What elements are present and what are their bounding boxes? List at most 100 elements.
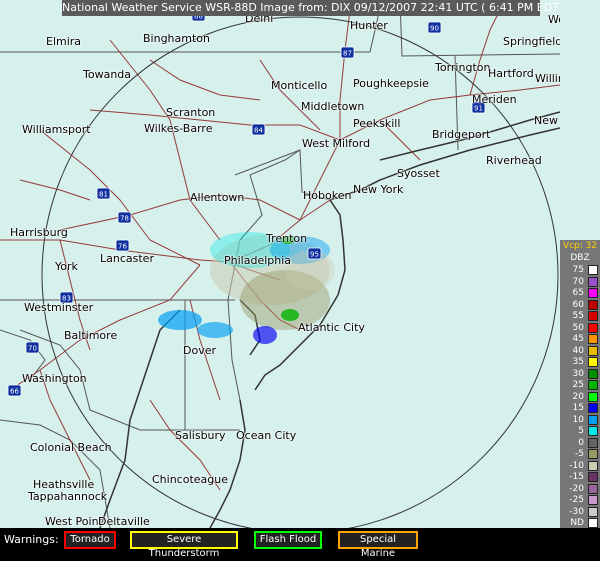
interstate-shield: 90 xyxy=(427,21,442,34)
city-label: Ocean City xyxy=(236,429,297,442)
legend-swatch xyxy=(588,495,598,505)
legend-swatch xyxy=(588,460,598,471)
dbz-legend: Vcp: 32 DBZ 75 70 65 60 55 50 45 40 35 30 25 20 15 10… xyxy=(560,240,600,528)
city-label: Torrington xyxy=(435,61,491,74)
city-label: Poughkeepsie xyxy=(353,77,429,90)
city-label: York xyxy=(55,260,78,273)
interstate-number: 66 xyxy=(10,388,19,396)
city-label: Westminster xyxy=(24,301,94,314)
legend-swatch xyxy=(588,299,598,310)
legend-level-label: -15 xyxy=(569,472,584,482)
interstate-number: 90 xyxy=(430,25,439,33)
legend-level: 70 xyxy=(560,276,600,288)
city-label: West Point xyxy=(45,515,103,528)
legend-level-label: 35 xyxy=(572,357,584,367)
radar-frame: 88 90 87 84 81 78 76 95 83 70 66 91 Elmira Binghamto… xyxy=(0,0,600,559)
legend-level: 30 xyxy=(560,368,600,380)
legend-swatch xyxy=(588,380,598,390)
city-label: Washington xyxy=(22,372,87,385)
city-label: Deltaville xyxy=(98,515,150,528)
interstate-shield: 66 xyxy=(7,384,22,397)
legend-level-label: 65 xyxy=(572,288,584,298)
city-label: Bridgeport xyxy=(432,128,491,141)
legend-level-label: -25 xyxy=(569,495,584,505)
legend-swatch xyxy=(588,265,598,275)
legend-level: 65 xyxy=(560,287,600,299)
city-label: New York xyxy=(353,183,404,196)
legend-level-label: -30 xyxy=(569,506,584,517)
city-label: Lancaster xyxy=(100,252,154,265)
legend-level: 55 xyxy=(560,310,600,322)
city-label: Willimantic xyxy=(535,72,560,85)
city-label: Trenton xyxy=(266,232,308,245)
legend-level: 0 xyxy=(560,437,600,449)
legend-level-label: 0 xyxy=(578,437,584,448)
city-label: Colonial Beach xyxy=(30,441,112,454)
legend-level-label: 55 xyxy=(572,311,584,321)
legend-level: 75 xyxy=(560,264,600,276)
city-label: Baltimore xyxy=(64,329,118,342)
warning-tornado-button[interactable]: Tornado xyxy=(64,531,116,549)
city-label: Hoboken xyxy=(303,189,352,202)
city-label: Towanda xyxy=(83,68,132,81)
legend-level-label: 15 xyxy=(572,403,584,413)
legend-swatch xyxy=(588,437,598,448)
interstate-shield: 78 xyxy=(117,211,132,224)
legend-swatch xyxy=(588,414,598,425)
warning-flash-flood-button[interactable]: Flash Flood xyxy=(254,531,322,549)
legend-swatch xyxy=(588,322,598,333)
legend-level-label: 45 xyxy=(572,334,584,344)
city-label: Philadelphia xyxy=(224,254,292,267)
legend-level: 60 xyxy=(560,299,600,311)
legend-level-label: -5 xyxy=(575,449,584,459)
city-label: Wilkes-Barre xyxy=(144,122,213,135)
legend-swatch xyxy=(588,483,598,494)
legend-swatch xyxy=(588,345,598,356)
interstate-shield: 70 xyxy=(25,341,40,354)
city-label: Atlantic City xyxy=(298,321,365,334)
city-label: Riverhead xyxy=(486,154,542,167)
legend-level: 25 xyxy=(560,379,600,391)
city-label: Williamsport xyxy=(22,123,91,136)
legend-swatch xyxy=(588,276,598,287)
legend-swatch xyxy=(588,449,598,459)
city-label: Binghamton xyxy=(143,32,210,45)
warning-special-marine-button[interactable]: Special Marine xyxy=(338,531,418,559)
legend-level: 40 xyxy=(560,345,600,357)
city-label: Monticello xyxy=(271,79,328,92)
city-label: Chincoteague xyxy=(152,473,229,486)
city-label: Middletown xyxy=(301,100,365,113)
image-title: National Weather Service WSR-88D Image f… xyxy=(62,0,560,16)
legend-level-label: 50 xyxy=(572,322,584,333)
legend-level: 45 xyxy=(560,333,600,345)
legend-swatch xyxy=(588,518,598,528)
interstate-shield: 84 xyxy=(251,123,266,136)
interstate-number: 76 xyxy=(118,243,127,251)
legend-level-label: 30 xyxy=(572,368,584,379)
interstate-shield: 81 xyxy=(96,187,111,200)
city-label: Elmira xyxy=(46,35,82,48)
legend-swatch xyxy=(588,357,598,367)
legend-level-label: 20 xyxy=(572,391,584,402)
legend-swatch xyxy=(588,311,598,321)
legend-swatch xyxy=(588,403,598,413)
radar-map[interactable]: 88 90 87 84 81 78 76 95 83 70 66 91 Elmira Binghamto… xyxy=(0,0,560,528)
legend-swatch xyxy=(588,391,598,402)
legend-swatch xyxy=(588,334,598,344)
legend-level: 35 xyxy=(560,356,600,368)
legend-level-label: -20 xyxy=(569,483,584,494)
interstate-shield: 87 xyxy=(340,46,355,59)
city-label: Harrisburg xyxy=(10,226,68,239)
warning-severe-thunderstorm-button[interactable]: Severe Thunderstorm xyxy=(130,531,238,559)
legend-swatch xyxy=(588,368,598,379)
legend-level: 5 xyxy=(560,425,600,437)
legend-unit: DBZ xyxy=(570,253,590,263)
city-label: West Milford xyxy=(302,137,371,150)
interstate-shield: 95 xyxy=(307,247,322,260)
legend-level: -15 xyxy=(560,471,600,483)
city-label: Hartford xyxy=(488,67,534,80)
legend-level: 20 xyxy=(560,391,600,403)
legend-swatch xyxy=(588,426,598,436)
legend-level: -20 xyxy=(560,483,600,495)
legend-level: 10 xyxy=(560,414,600,426)
